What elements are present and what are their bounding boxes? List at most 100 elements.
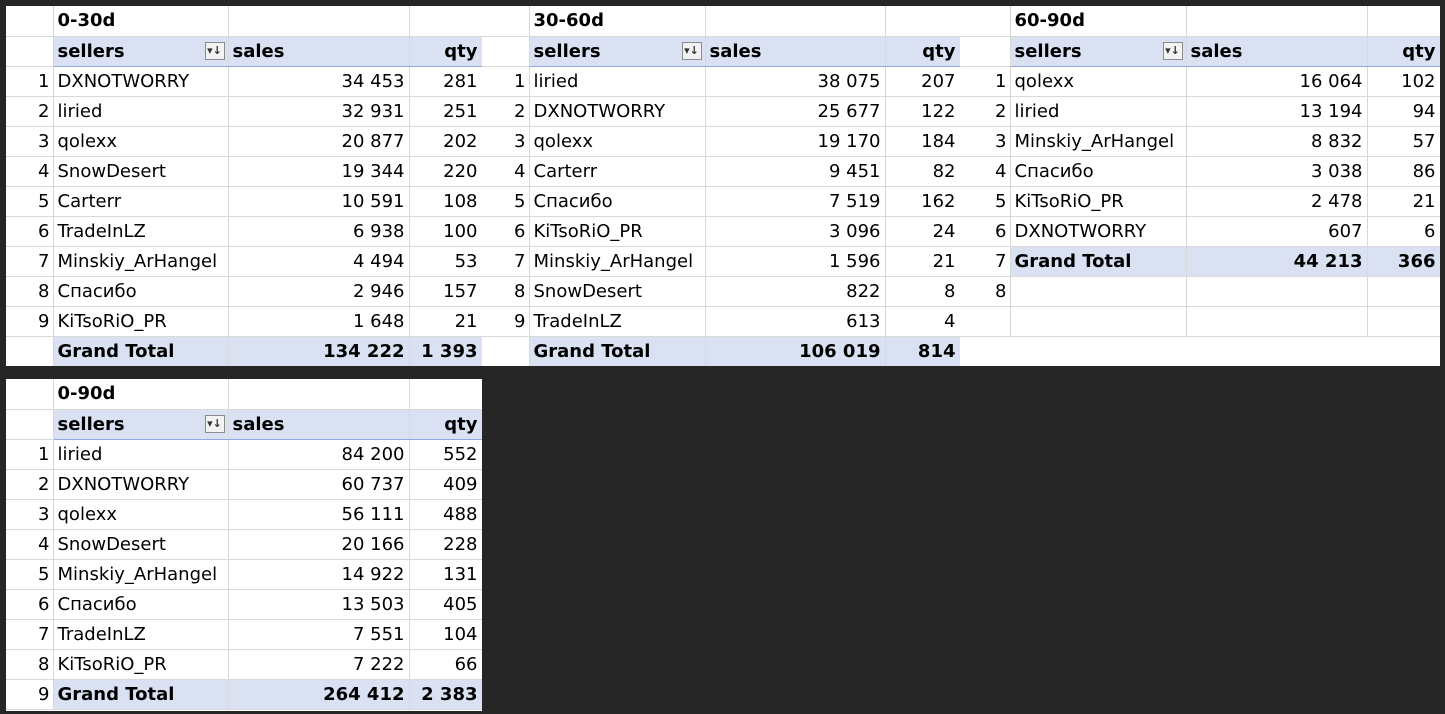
qty-header[interactable]: qty (409, 36, 482, 67)
sellers-header[interactable]: sellers ▾↓ (529, 36, 706, 67)
empty-cell[interactable] (1010, 306, 1187, 337)
qty-cell[interactable]: 21 (885, 246, 960, 277)
grand-total-sales[interactable]: 264 412 (228, 678, 410, 710)
qty-cell[interactable]: 228 (409, 529, 482, 560)
empty-cell[interactable] (1186, 276, 1368, 307)
qty-cell[interactable]: 488 (409, 499, 482, 530)
empty-cell[interactable] (1186, 306, 1368, 337)
sales-cell[interactable]: 13 503 (228, 589, 410, 620)
sales-cell[interactable]: 19 170 (705, 126, 886, 157)
sales-cell[interactable]: 1 596 (705, 246, 886, 277)
seller-cell[interactable]: liried (1010, 96, 1187, 127)
qty-cell[interactable]: 21 (409, 306, 482, 337)
qty-cell[interactable]: 552 (409, 439, 482, 470)
seller-cell[interactable]: DXNOTWORRY (53, 66, 229, 97)
qty-header[interactable]: qty (1367, 36, 1440, 67)
grand-total-sales[interactable]: 44 213 (1186, 245, 1368, 277)
seller-cell[interactable]: qolexx (53, 126, 229, 157)
sellers-header[interactable]: sellers ▾↓ (53, 409, 229, 440)
qty-cell[interactable]: 82 (885, 156, 960, 187)
grand-total-qty[interactable]: 1 393 (409, 335, 482, 366)
seller-cell[interactable]: Minskiy_ArHangel (53, 559, 229, 590)
pivot-title[interactable]: 0-90d (53, 379, 229, 410)
sales-cell[interactable]: 2 478 (1186, 186, 1368, 217)
qty-header[interactable]: qty (409, 409, 482, 440)
qty-cell[interactable]: 100 (409, 216, 482, 247)
sales-cell[interactable]: 3 096 (705, 216, 886, 247)
seller-cell[interactable]: Carterr (529, 156, 706, 187)
sales-cell[interactable]: 613 (705, 306, 886, 337)
qty-cell[interactable]: 4 (885, 306, 960, 337)
seller-cell[interactable]: SnowDesert (53, 156, 229, 187)
seller-cell[interactable]: SnowDesert (53, 529, 229, 560)
grand-total-sales[interactable]: 106 019 (705, 335, 886, 366)
qty-cell[interactable]: 184 (885, 126, 960, 157)
sales-cell[interactable]: 3 038 (1186, 156, 1368, 187)
filter-sort-icon[interactable]: ▾↓ (204, 41, 225, 60)
seller-cell[interactable]: Minskiy_ArHangel (1010, 126, 1187, 157)
sales-header[interactable]: sales (1186, 36, 1368, 67)
qty-cell[interactable]: 24 (885, 216, 960, 247)
sales-cell[interactable]: 10 591 (228, 186, 410, 217)
qty-cell[interactable]: 102 (1367, 66, 1440, 97)
qty-cell[interactable]: 21 (1367, 186, 1440, 217)
seller-cell[interactable]: TradeInLZ (529, 306, 706, 337)
grand-total-label[interactable]: Grand Total (53, 678, 229, 710)
qty-cell[interactable]: 409 (409, 469, 482, 500)
qty-cell[interactable]: 281 (409, 66, 482, 97)
grand-total-sales[interactable]: 134 222 (228, 335, 410, 366)
seller-cell[interactable]: liried (529, 66, 706, 97)
qty-cell[interactable]: 220 (409, 156, 482, 187)
pivot-title[interactable]: 60-90d (1010, 6, 1187, 37)
grand-total-label[interactable]: Grand Total (529, 335, 706, 366)
qty-header[interactable]: qty (885, 36, 960, 67)
seller-cell[interactable]: DXNOTWORRY (529, 96, 706, 127)
sales-cell[interactable]: 4 494 (228, 246, 410, 277)
seller-cell[interactable]: KiTsoRiO_PR (53, 306, 229, 337)
grand-total-qty[interactable]: 814 (885, 335, 960, 366)
qty-cell[interactable]: 94 (1367, 96, 1440, 127)
sales-cell[interactable]: 6 938 (228, 216, 410, 247)
qty-cell[interactable]: 53 (409, 246, 482, 277)
qty-cell[interactable]: 104 (409, 619, 482, 650)
sales-cell[interactable]: 1 648 (228, 306, 410, 337)
sales-cell[interactable]: 25 677 (705, 96, 886, 127)
seller-cell[interactable]: liried (53, 439, 229, 470)
seller-cell[interactable]: DXNOTWORRY (53, 469, 229, 500)
sales-cell[interactable]: 8 832 (1186, 126, 1368, 157)
seller-cell[interactable]: KiTsoRiO_PR (529, 216, 706, 247)
filter-sort-icon[interactable]: ▾↓ (204, 414, 225, 433)
seller-cell[interactable]: Спасибо (53, 276, 229, 307)
sales-cell[interactable]: 14 922 (228, 559, 410, 590)
qty-cell[interactable]: 86 (1367, 156, 1440, 187)
sales-cell[interactable]: 34 453 (228, 66, 410, 97)
qty-cell[interactable]: 131 (409, 559, 482, 590)
sales-cell[interactable]: 20 877 (228, 126, 410, 157)
pivot-title[interactable]: 0-30d (53, 6, 229, 37)
sales-cell[interactable]: 13 194 (1186, 96, 1368, 127)
empty-cell[interactable] (1367, 306, 1440, 337)
grand-total-label[interactable]: Grand Total (1010, 245, 1187, 277)
sales-header[interactable]: sales (705, 36, 886, 67)
seller-cell[interactable]: Minskiy_ArHangel (53, 246, 229, 277)
sales-cell[interactable]: 607 (1186, 216, 1368, 247)
qty-cell[interactable]: 405 (409, 589, 482, 620)
qty-cell[interactable]: 157 (409, 276, 482, 307)
qty-cell[interactable]: 202 (409, 126, 482, 157)
sales-cell[interactable]: 56 111 (228, 499, 410, 530)
qty-cell[interactable]: 122 (885, 96, 960, 127)
seller-cell[interactable]: Спасибо (1010, 156, 1187, 187)
sales-cell[interactable]: 7 519 (705, 186, 886, 217)
sales-cell[interactable]: 32 931 (228, 96, 410, 127)
qty-cell[interactable]: 57 (1367, 126, 1440, 157)
sellers-header[interactable]: sellers ▾↓ (1010, 36, 1187, 67)
sales-cell[interactable]: 20 166 (228, 529, 410, 560)
grand-total-qty[interactable]: 2 383 (409, 678, 482, 710)
seller-cell[interactable]: qolexx (1010, 66, 1187, 97)
empty-cell[interactable] (1367, 276, 1440, 307)
qty-cell[interactable]: 162 (885, 186, 960, 217)
seller-cell[interactable]: Спасибо (53, 589, 229, 620)
pivot-title[interactable]: 30-60d (529, 6, 706, 37)
sellers-header[interactable]: sellers ▾↓ (53, 36, 229, 67)
sales-cell[interactable]: 822 (705, 276, 886, 307)
